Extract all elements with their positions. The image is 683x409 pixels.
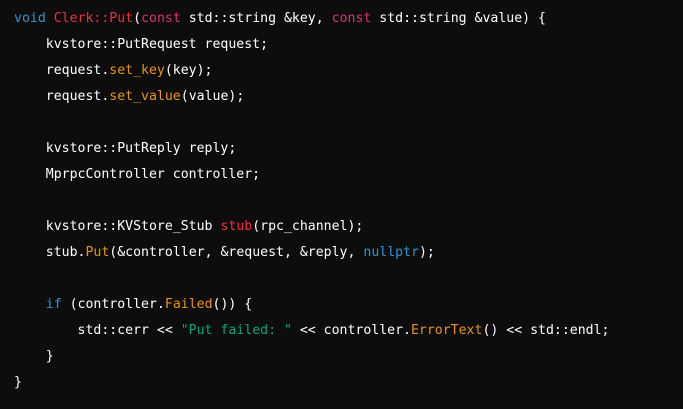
code-token: stub [220, 219, 253, 234]
code-token: std::cerr << [14, 323, 181, 338]
code-token: "Put failed: " [180, 323, 292, 338]
code-token: (value); [180, 89, 245, 104]
code-line: if (controller.Failed()) { [14, 292, 683, 318]
code-token: const [141, 11, 181, 26]
code-token: void [14, 11, 54, 26]
code-token: () << std::endl; [482, 323, 610, 338]
code-token: Put [85, 245, 110, 260]
code-line: MprpcController controller; [14, 162, 683, 188]
code-token: (key); [164, 63, 213, 78]
code-token: kvstore::PutRequest request; [14, 37, 269, 52]
code-line: kvstore::PutRequest request; [14, 32, 683, 58]
code-token: if [45, 297, 62, 312]
code-token: Failed [164, 297, 213, 312]
code-line: } [14, 344, 683, 370]
code-token: std::string &value) { [371, 11, 546, 26]
code-token: (&controller, &request, &reply, [109, 245, 364, 260]
code-token: } [14, 375, 22, 390]
code-token: request. [14, 89, 110, 104]
code-line: std::cerr << "Put failed: " << controlle… [14, 318, 683, 344]
code-block: void Clerk::Put(const std::string &key, … [0, 0, 683, 409]
code-line: kvstore::PutReply reply; [14, 136, 683, 162]
code-token: kvstore::KVStore_Stub [14, 219, 221, 234]
code-line: request.set_value(value); [14, 84, 683, 110]
code-line: kvstore::KVStore_Stub stub(rpc_channel); [14, 214, 683, 240]
code-token: ()) { [212, 297, 253, 312]
code-token: nullptr [363, 245, 419, 260]
code-line: request.set_key(key); [14, 58, 683, 84]
code-line: } [14, 370, 683, 396]
code-token: request. [14, 63, 110, 78]
code-token: << controller. [291, 323, 411, 338]
code-token: set_value [109, 89, 181, 104]
code-token: MprpcController controller; [14, 167, 261, 182]
code-token: Clerk::Put [53, 11, 134, 26]
code-line: stub.Put(&controller, &request, &reply, … [14, 240, 683, 266]
code-token: kvstore::PutReply reply; [14, 141, 237, 156]
code-token: ); [418, 245, 435, 260]
code-token: (controller. [61, 297, 165, 312]
code-token: std::string &key, [180, 11, 332, 26]
code-token: (rpc_channel); [252, 219, 364, 234]
code-token: set_key [109, 63, 165, 78]
code-token: ErrorText [410, 323, 483, 338]
code-token: stub. [14, 245, 86, 260]
code-token: const [331, 11, 372, 26]
code-token: ( [133, 11, 142, 26]
code-line: void Clerk::Put(const std::string &key, … [14, 6, 683, 32]
code-token: } [14, 349, 54, 364]
